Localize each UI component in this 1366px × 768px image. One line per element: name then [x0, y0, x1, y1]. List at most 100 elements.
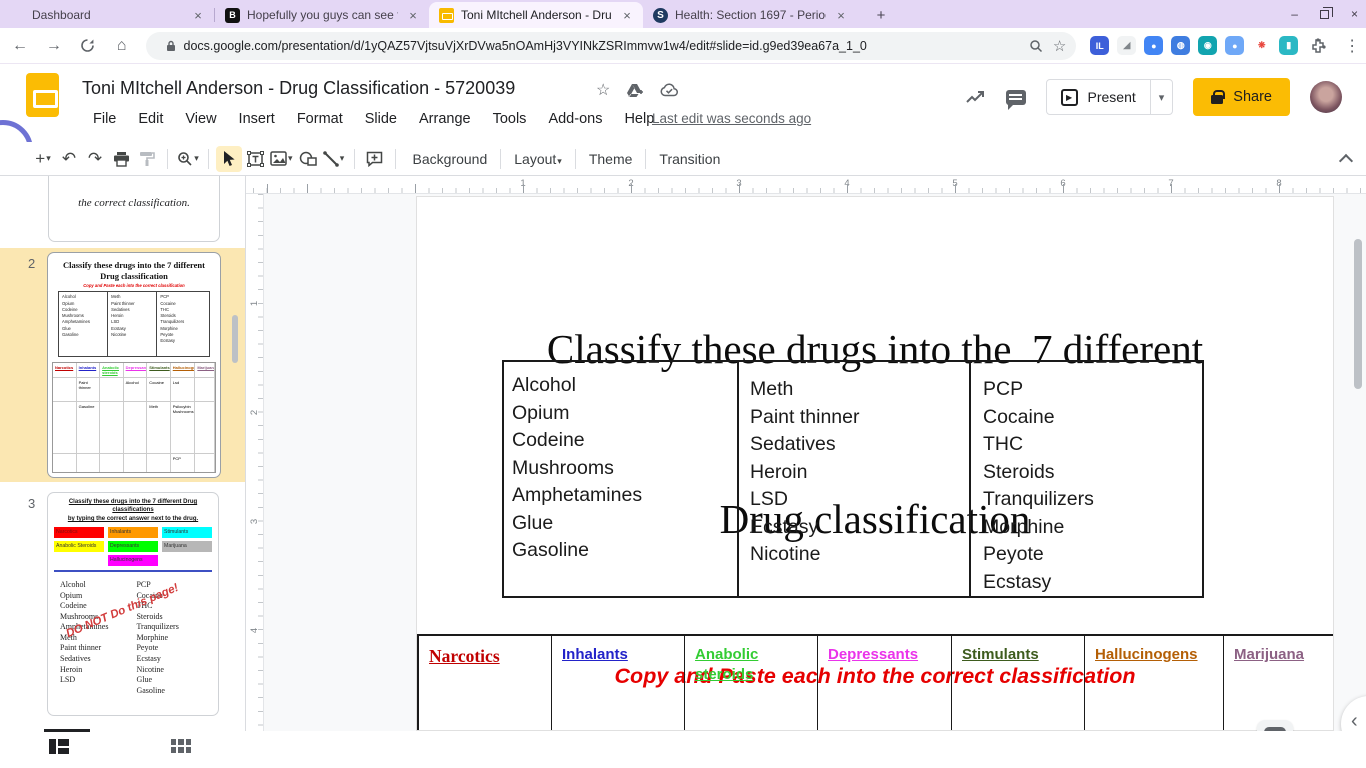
menu-item[interactable]: Add-ons	[539, 108, 611, 130]
drug-item[interactable]: PCP	[983, 376, 1202, 404]
lock-icon[interactable]	[166, 40, 176, 52]
tab-dashboard[interactable]: Dashboard ×	[0, 2, 214, 28]
drug-item[interactable]: Meth	[750, 376, 969, 404]
drug-item[interactable]: Amphetamines	[512, 482, 737, 510]
url-text[interactable]: docs.google.com/presentation/d/1yQAZ57Vj…	[184, 39, 1019, 53]
drug-item[interactable]: Sedatives	[750, 431, 969, 459]
browser-menu-icon[interactable]: ⋮	[1338, 32, 1366, 60]
drug-item[interactable]: LSD	[750, 486, 969, 514]
drug-item[interactable]: Gasoline	[512, 537, 737, 565]
drug-item[interactable]: Codeine	[512, 427, 737, 455]
drug-item[interactable]: THC	[983, 431, 1202, 459]
drug-item[interactable]: Alcohol	[512, 372, 737, 400]
extension-icon[interactable]: ▮	[1279, 36, 1299, 55]
user-avatar[interactable]	[1310, 81, 1342, 113]
new-tab-button[interactable]: +	[869, 7, 893, 24]
tab-close-icon[interactable]: ×	[190, 8, 206, 23]
reload-button[interactable]	[74, 32, 102, 60]
extension-icon[interactable]: ●	[1225, 36, 1245, 55]
drug-item[interactable]: Paint thinner	[750, 404, 969, 432]
move-to-drive-icon[interactable]	[626, 83, 644, 98]
drug-item[interactable]: Tranquilizers	[983, 486, 1202, 514]
last-edit-status[interactable]: Last edit was seconds ago	[652, 111, 811, 126]
comment-history-icon[interactable]	[1005, 89, 1026, 110]
drug-source-box[interactable]: Alcohol Opium Codeine Mushrooms Amphetamines…	[502, 360, 1204, 598]
share-button[interactable]: Share	[1193, 78, 1290, 116]
extension-icon[interactable]: ❋	[1252, 36, 1272, 55]
drug-item[interactable]: Mushrooms	[512, 455, 737, 483]
select-tool-button[interactable]	[216, 145, 242, 172]
classification-header-cell[interactable]: Stimulants	[952, 636, 1085, 730]
text-box-button[interactable]	[242, 146, 268, 172]
menu-item[interactable]: Arrange	[410, 108, 480, 130]
classification-header-cell[interactable]: Hallucinogens	[1085, 636, 1224, 730]
classification-header-cell[interactable]: Depressants	[818, 636, 952, 730]
menu-item[interactable]: File	[84, 108, 125, 130]
hide-menus-chevron[interactable]	[1340, 153, 1352, 165]
slide-1-thumbnail[interactable]: the correct classification.	[48, 176, 220, 242]
home-button[interactable]: ⌂	[108, 32, 136, 60]
drug-item[interactable]: Opium	[512, 400, 737, 428]
transition-button[interactable]: Transition	[649, 146, 730, 172]
activity-dashboard-icon[interactable]	[965, 89, 986, 105]
grid-view-button[interactable]	[171, 739, 191, 753]
extensions-puzzle-icon[interactable]	[1304, 32, 1332, 60]
drug-item[interactable]: Peyote	[983, 541, 1202, 569]
tab-hopefully[interactable]: B Hopefully you guys can see this ×	[215, 2, 429, 28]
insert-shape-button[interactable]	[295, 146, 321, 172]
present-dropdown[interactable]: ▾	[1149, 80, 1173, 114]
drug-item[interactable]: Morphine	[983, 514, 1202, 542]
menu-item[interactable]: Edit	[129, 108, 172, 130]
tab-slides-active[interactable]: Toni MItchell Anderson - Drug Cl ×	[429, 2, 643, 28]
insert-comment-button[interactable]	[362, 146, 388, 172]
drug-item[interactable]: Cocaine	[983, 404, 1202, 432]
canvas-vertical-scrollbar[interactable]	[1354, 239, 1362, 389]
extension-icon[interactable]: ◉	[1198, 36, 1218, 55]
present-button[interactable]: ▶ Present ▾	[1045, 79, 1174, 115]
window-close-button[interactable]: ×	[1351, 7, 1358, 21]
print-button[interactable]	[108, 146, 134, 172]
redo-button[interactable]: ↷	[82, 146, 108, 172]
insert-image-button[interactable]: ▾	[268, 146, 295, 172]
document-title[interactable]: Toni MItchell Anderson - Drug Classifica…	[82, 78, 515, 99]
menu-item[interactable]: Slide	[356, 108, 406, 130]
insert-line-button[interactable]: ▾	[321, 146, 347, 172]
star-document-icon[interactable]: ☆	[596, 80, 610, 100]
save-status-cloud-icon[interactable]	[660, 83, 679, 97]
menu-item[interactable]: Format	[288, 108, 352, 130]
forward-button[interactable]: →	[40, 32, 68, 60]
menu-item[interactable]: View	[176, 108, 225, 130]
menu-item[interactable]: Insert	[230, 108, 284, 130]
bookmark-star-icon[interactable]: ☆	[1053, 37, 1066, 55]
classification-header-cell[interactable]: Anabolic steroids	[685, 636, 818, 730]
menu-item[interactable]: Tools	[484, 108, 536, 130]
tab-health[interactable]: S Health: Section 1697 - Period 1 ×	[643, 2, 857, 28]
tab-close-icon[interactable]: ×	[405, 8, 421, 23]
undo-button[interactable]: ↶	[56, 146, 82, 172]
drug-item[interactable]: Ecstasy	[983, 569, 1202, 597]
zoom-page-icon[interactable]	[1029, 39, 1043, 53]
extension-icon[interactable]: IL	[1090, 36, 1110, 55]
drug-item[interactable]: Nicotine	[750, 541, 969, 569]
extension-icon[interactable]: ●	[1144, 36, 1164, 55]
extension-icon[interactable]: ◢	[1117, 36, 1137, 55]
slide-2-thumbnail[interactable]: Classify these drugs into the 7 differen…	[47, 252, 221, 478]
drug-item[interactable]: Steroids	[983, 459, 1202, 487]
url-bar[interactable]: docs.google.com/presentation/d/1yQAZ57Vj…	[145, 31, 1077, 60]
drug-item[interactable]: Ecstasy	[750, 514, 969, 542]
tab-close-icon[interactable]: ×	[833, 8, 849, 23]
classification-header-cell[interactable]: Narcotics	[419, 636, 552, 730]
slide-3-thumbnail[interactable]: Classify these drugs into the 7 differen…	[47, 492, 219, 716]
classification-header-cell[interactable]: Inhalants	[552, 636, 685, 730]
back-button[interactable]: ←	[6, 32, 34, 60]
minimize-button[interactable]: –	[1291, 7, 1298, 21]
tab-close-icon[interactable]: ×	[619, 8, 635, 23]
paint-format-button[interactable]	[134, 146, 160, 172]
slide-canvas[interactable]: Classify these drugs into the 7 differen…	[416, 196, 1334, 731]
extension-icon[interactable]: ◍	[1171, 36, 1191, 55]
zoom-button[interactable]: ▾	[175, 146, 201, 172]
drug-item[interactable]: Heroin	[750, 459, 969, 487]
restore-button[interactable]	[1319, 6, 1333, 19]
background-button[interactable]: Background	[403, 146, 498, 172]
theme-button[interactable]: Theme	[579, 146, 643, 172]
